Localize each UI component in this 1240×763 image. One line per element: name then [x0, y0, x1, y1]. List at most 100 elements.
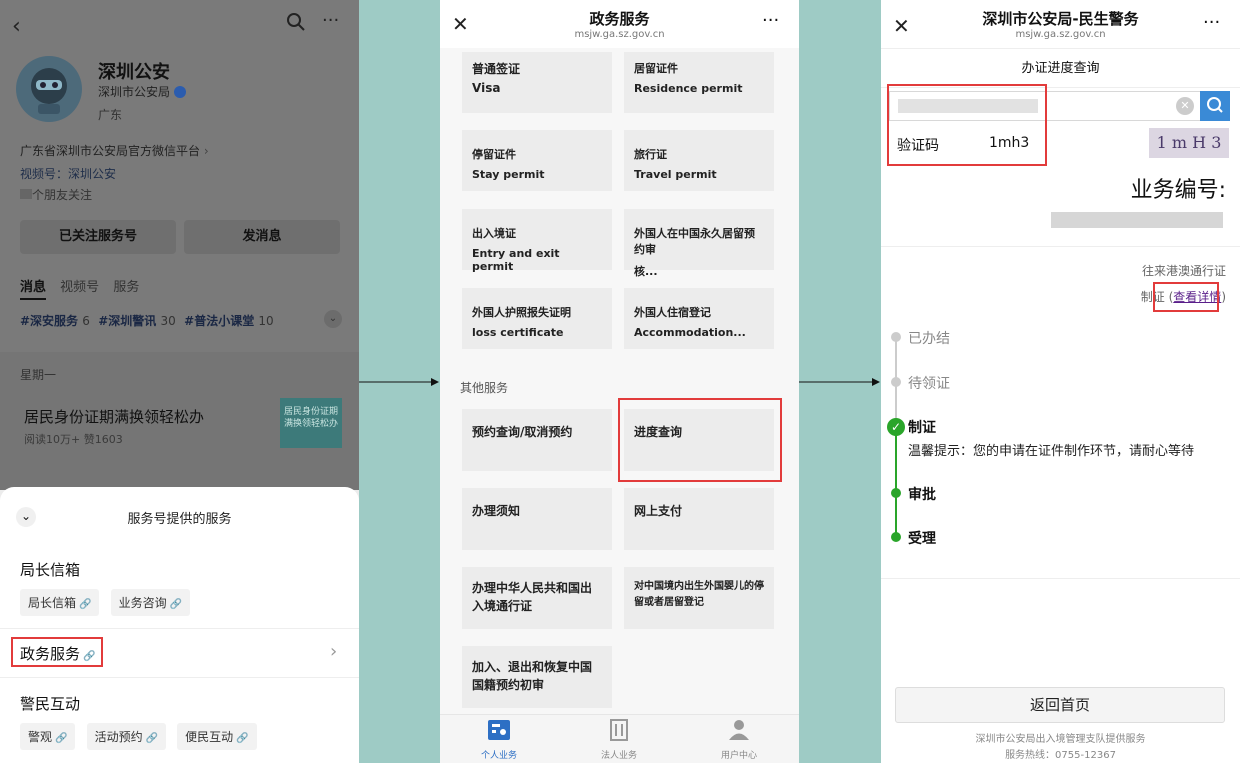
captcha-image[interactable]: 1 m H 3	[1149, 128, 1229, 158]
card-residence-permit[interactable]: 居留证件 Residence permit	[624, 52, 774, 113]
channel-link[interactable]: 视频号：深圳公安	[20, 165, 116, 182]
bottom-tab-bar: 个人业务 法人业务 用户中心	[440, 714, 799, 763]
tab-messages[interactable]: 消息	[20, 280, 47, 300]
personal-business-icon	[488, 720, 510, 740]
card-accommodation[interactable]: 外国人住宿登记 Accommodation...	[624, 288, 774, 349]
verified-badge-icon	[173, 86, 186, 98]
chip-row: 局长信箱 🔗 业务咨询 🔗	[20, 589, 196, 616]
search-button[interactable]	[1200, 91, 1230, 121]
service-grid: 普通签证 Visa 居留证件 Residence permit 停留证件 Stay p…	[440, 48, 799, 714]
card-appointment-query[interactable]: 预约查询/取消预约	[462, 409, 612, 471]
chip-director-mailbox[interactable]: 局长信箱 🔗	[20, 589, 100, 616]
card-exit-entry-pass[interactable]: 办理中华人民共和国出入境通行证	[462, 567, 612, 629]
expand-tags-icon[interactable]: ⌄	[324, 310, 342, 328]
tab-services[interactable]: 服务	[113, 280, 139, 295]
followed-button[interactable]: 已关注服务号	[20, 220, 176, 254]
timeline-step-awaiting-pickup: 待领证	[908, 376, 950, 392]
more-icon[interactable]: ···	[322, 10, 339, 31]
tip-text: 温馨提示：您的申请在证件制作环节，请耐心等待	[908, 444, 1195, 459]
tab-personal[interactable]: 个人业务	[444, 719, 554, 761]
card-foreign-infant[interactable]: 对中国境内出生外国婴儿的停留或者居留登记	[624, 567, 774, 629]
profile-tabs: 消息 视频号 服务	[20, 276, 139, 300]
header: ✕ 政务服务 msjw.ga.sz.gov.cn ···	[440, 0, 799, 48]
verified-org-text: 深圳市公安局	[98, 85, 171, 99]
timeline-dot	[891, 532, 901, 542]
friends-text: 个朋友关注	[32, 188, 93, 202]
flow-arrow-2	[799, 378, 880, 386]
timeline-line-done	[895, 426, 897, 536]
page-title: 深圳市公安局-民生警务	[982, 10, 1139, 28]
chevron-right-icon[interactable]: ›	[330, 641, 337, 662]
more-icon[interactable]: ···	[1203, 12, 1220, 33]
divider	[0, 677, 359, 678]
timeline-step-accepted: 受理	[908, 531, 936, 547]
card-nationality[interactable]: 加入、退出和恢复中国国籍预约初审	[462, 646, 612, 708]
hashtag-row: #深安服务 6 #深圳警讯 30 #普法小课堂 10	[20, 312, 274, 329]
progress-query-panel: ✕ 深圳市公安局-民生警务 msjw.ga.sz.gov.cn ··· 办证进度…	[881, 0, 1240, 763]
clear-icon[interactable]: ✕	[1176, 97, 1194, 115]
back-icon[interactable]: ‹	[12, 14, 21, 39]
hashtag-item[interactable]: #深圳警讯 30	[98, 314, 176, 328]
chip-consultation[interactable]: 业务咨询 🔗	[110, 589, 191, 616]
account-description[interactable]: 广东省深圳市公安局官方微信平台 ›	[20, 142, 209, 159]
weekday-label: 星期一	[20, 368, 57, 382]
subtitle: 办证进度查询	[881, 48, 1240, 88]
chip-convenience[interactable]: 便民互动 🔗	[177, 723, 257, 750]
sheet-title: 服务号提供的服务	[127, 512, 232, 527]
timeline-step-production: 制证	[908, 420, 936, 436]
gov-services-panel: ✕ 政务服务 msjw.ga.sz.gov.cn ··· 普通签证 Visa 居留…	[440, 0, 799, 763]
article-title[interactable]: 居民身份证期满换领轻松办	[24, 406, 204, 427]
section-title: 局长信箱	[20, 561, 81, 579]
chip-row: 警观 🔗 活动预约 🔗 便民互动 🔗	[20, 723, 263, 750]
timeline-step-approval: 审批	[908, 487, 936, 503]
search-icon[interactable]	[286, 12, 306, 36]
link-icon: 🔗	[236, 733, 249, 744]
wechat-account-panel: ‹ ··· 深圳公安 深圳市公安局 广东 广东省深圳市公安局官方微信平台 › 视…	[0, 0, 359, 763]
hashtag-item[interactable]: #深安服务 6	[20, 314, 90, 328]
account-profile-overlay: ‹ ··· 深圳公安 深圳市公安局 广东 广东省深圳市公安局官方微信平台 › 视…	[0, 0, 359, 490]
link-icon: 🔗	[145, 733, 159, 744]
return-home-button[interactable]: 返回首页	[895, 687, 1225, 723]
tab-corporate[interactable]: 法人业务	[564, 719, 674, 761]
hashtag-item[interactable]: #普法小课堂 10	[184, 314, 274, 328]
search-icon	[1207, 97, 1223, 113]
link-icon: 🔗	[169, 599, 183, 610]
chip-activity-booking[interactable]: 活动预约 🔗	[86, 723, 167, 750]
tab-label: 法人业务	[600, 751, 637, 761]
tab-label: 个人业务	[480, 751, 517, 761]
divider	[0, 628, 359, 629]
timeline-dot	[891, 377, 901, 387]
friends-following: 个朋友关注	[20, 186, 92, 203]
footer-hotline: 服务热线：0755-12367	[1005, 750, 1116, 761]
card-instructions[interactable]: 办理须知	[462, 488, 612, 550]
chip-police-view[interactable]: 警观 🔗	[20, 723, 76, 750]
user-icon	[729, 720, 749, 740]
article-meta: 阅读10万+ 赞1603	[24, 433, 123, 446]
avatar[interactable]	[16, 56, 82, 122]
header: ✕ 深圳市公安局-民生警务 msjw.ga.sz.gov.cn ···	[881, 0, 1240, 48]
article-card[interactable]: 星期一 居民身份证期满换领轻松办 阅读10万+ 赞1603 居民身份证期满换领轻…	[0, 352, 359, 490]
link-icon: 🔗	[55, 733, 68, 744]
tab-user-center[interactable]: 用户中心	[684, 719, 794, 761]
card-stay-permit[interactable]: 停留证件 Stay permit	[462, 130, 612, 191]
card-entry-exit-permit[interactable]: 出入境证 Entry and exit permit	[462, 209, 612, 273]
blurred-business-number	[1051, 212, 1223, 228]
business-number-label: 业务编号:	[1130, 178, 1226, 203]
footer-provider: 深圳市公安局出入境管理支队提供服务	[975, 734, 1146, 745]
tab-label: 用户中心	[720, 751, 757, 761]
card-passport-loss[interactable]: 外国人护照报失证明 loss certificate	[462, 288, 612, 349]
timeline-dot	[891, 488, 901, 498]
verified-org: 深圳市公安局	[98, 83, 186, 100]
more-icon[interactable]: ···	[762, 10, 779, 31]
highlight-box	[1153, 282, 1219, 312]
account-name: 深圳公安	[98, 62, 170, 83]
card-visa[interactable]: 普通签证 Visa	[462, 52, 612, 113]
highlight-box	[887, 84, 1047, 166]
card-travel-permit[interactable]: 旅行证 Travel permit	[624, 130, 774, 191]
send-message-button[interactable]: 发消息	[184, 220, 340, 254]
card-online-payment[interactable]: 网上支付	[624, 488, 774, 550]
page-url: msjw.ga.sz.gov.cn	[1015, 29, 1106, 40]
tab-channels[interactable]: 视频号	[60, 280, 99, 295]
blurred-count	[20, 189, 32, 199]
card-permanent-residence[interactable]: 外国人在中国永久居留预约审 核...	[624, 209, 774, 278]
